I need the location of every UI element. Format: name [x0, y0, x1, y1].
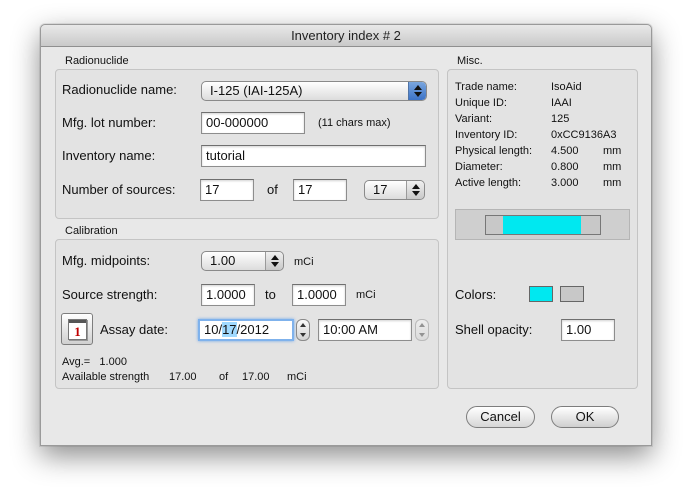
colors-label: Colors:	[455, 287, 497, 302]
misc-row-value: 125	[551, 113, 570, 125]
sources-popup[interactable]: 17	[364, 180, 425, 200]
ok-button[interactable]: OK	[551, 406, 619, 428]
sources-popup-value: 17	[373, 182, 388, 197]
available-strength-unit: mCi	[287, 371, 307, 383]
source-strength-label: Source strength:	[62, 287, 158, 302]
misc-row-label: Diameter:	[455, 161, 503, 173]
time-stepper[interactable]	[415, 319, 429, 341]
popup-arrows-icon	[408, 82, 426, 100]
strength-to-label: to	[265, 287, 276, 302]
shell-opacity-field[interactable]: 1.00	[561, 319, 615, 341]
mfg-midpoints-value: 1.00	[210, 253, 236, 268]
strength-unit: mCi	[356, 289, 376, 301]
sources-of-label: of	[267, 182, 278, 197]
calendar-button[interactable]: 1	[61, 313, 93, 345]
radionuclide-name-popup[interactable]: I-125 (IAI-125A)	[201, 81, 427, 101]
mfg-midpoints-unit: mCi	[294, 256, 314, 268]
misc-row-value: 0xCC9136A3	[551, 129, 617, 141]
misc-row-value: 0.800	[551, 161, 579, 173]
radionuclide-name-label: Radionuclide name:	[62, 82, 177, 97]
shell-opacity-label: Shell opacity:	[455, 322, 533, 337]
source-strength-from-field[interactable]: 1.0000	[201, 284, 255, 306]
date-year-segment: /2012	[236, 322, 270, 337]
number-of-sources-label: Number of sources:	[62, 182, 176, 197]
lot-number-label: Mfg. lot number:	[62, 115, 156, 130]
popup-arrows-icon	[406, 181, 424, 199]
sources-count-field[interactable]: 17	[200, 179, 254, 201]
mfg-midpoints-label: Mfg. midpoints:	[62, 253, 151, 268]
misc-row-unit: mm	[603, 177, 622, 189]
active-color-swatch[interactable]	[529, 286, 553, 302]
misc-row-unit: mm	[603, 161, 622, 173]
misc-row-label: Active length:	[455, 177, 522, 189]
available-strength-of: of	[219, 371, 229, 383]
inventory-name-field[interactable]: tutorial	[201, 145, 426, 167]
calendar-icon: 1	[68, 319, 87, 340]
window-title: Inventory index # 2	[41, 25, 651, 47]
popup-arrows-icon	[265, 252, 283, 270]
misc-row-value: 3.000	[551, 177, 579, 189]
assay-date-label: Assay date:	[100, 322, 168, 337]
cancel-button[interactable]: Cancel	[466, 406, 535, 428]
lot-number-field[interactable]: 00-000000	[201, 112, 305, 134]
inventory-dialog: Inventory index # 2 Radionuclide Radionu…	[40, 24, 652, 446]
date-day-segment: 17	[222, 322, 237, 337]
available-strength-value: 17.00	[169, 371, 197, 383]
date-stepper[interactable]	[296, 319, 310, 341]
seed-preview	[455, 209, 630, 240]
sources-total-field[interactable]: 17	[293, 179, 347, 201]
shell-color-swatch[interactable]	[560, 286, 584, 302]
misc-row-value: IAAI	[551, 97, 572, 109]
source-strength-to-field[interactable]: 1.0000	[292, 284, 346, 306]
misc-row-value: IsoAid	[551, 81, 582, 93]
misc-group-label: Misc.	[457, 55, 483, 67]
available-strength-total: 17.00	[242, 371, 270, 383]
assay-date-field[interactable]: 10/17/2012	[198, 319, 294, 341]
calendar-day-number: 1	[74, 324, 81, 339]
mfg-midpoints-popup[interactable]: 1.00	[201, 251, 284, 271]
misc-row-label: Physical length:	[455, 145, 533, 157]
lot-number-hint: (11 chars max)	[318, 117, 391, 129]
assay-time-field[interactable]: 10:00 AM	[318, 319, 412, 341]
available-strength-label: Available strength	[62, 371, 150, 383]
calendar-ring-bar	[69, 320, 86, 323]
misc-row-label: Unique ID:	[455, 97, 507, 109]
average-readout: Avg.= 1.000	[62, 356, 127, 368]
calibration-group-label: Calibration	[65, 225, 118, 237]
seed-active-core-shape	[503, 215, 581, 235]
misc-row-unit: mm	[603, 145, 622, 157]
date-month-segment: 10/	[204, 322, 223, 337]
misc-row-label: Variant:	[455, 113, 493, 125]
misc-row-value: 4.500	[551, 145, 579, 157]
inventory-name-label: Inventory name:	[62, 148, 156, 163]
radionuclide-name-value: I-125 (IAI-125A)	[210, 83, 303, 98]
misc-row-label: Trade name:	[455, 81, 517, 93]
misc-row-label: Inventory ID:	[455, 129, 518, 141]
radionuclide-group-label: Radionuclide	[65, 55, 129, 67]
